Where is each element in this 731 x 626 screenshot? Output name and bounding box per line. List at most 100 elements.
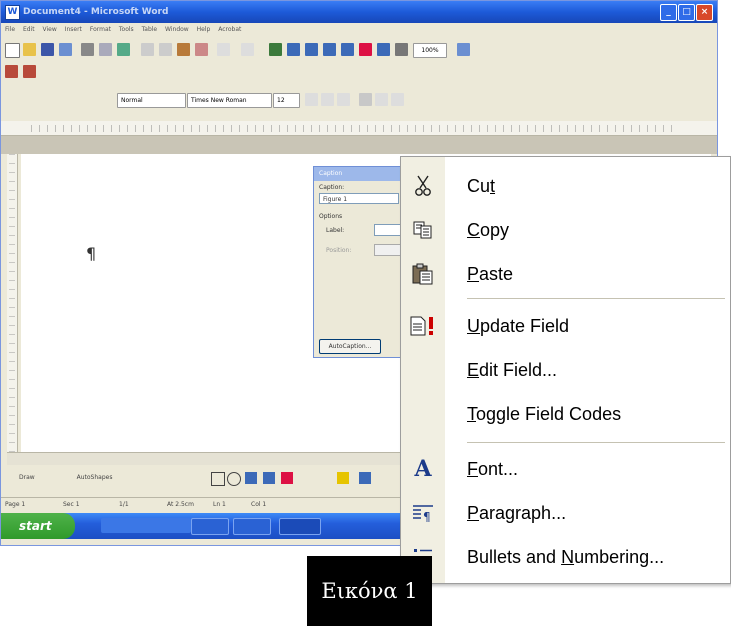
vruler-scale — [9, 154, 15, 452]
new-icon[interactable] — [5, 43, 20, 58]
caption-dialog-title: Caption — [314, 167, 404, 181]
menu-table[interactable]: Table — [142, 26, 158, 33]
align-center-icon[interactable] — [375, 93, 388, 106]
horizontal-ruler — [1, 121, 717, 136]
taskbar-button-2[interactable] — [233, 518, 271, 535]
font-box[interactable]: Times New Roman — [187, 93, 272, 108]
underline-icon[interactable] — [337, 93, 350, 106]
hyperlink-icon[interactable] — [269, 43, 282, 56]
format-painter-icon[interactable] — [195, 43, 208, 56]
menu-acrobat[interactable]: Acrobat — [218, 26, 241, 33]
menu-separator — [467, 298, 725, 299]
draw-menu[interactable]: Draw — [19, 474, 35, 481]
columns-icon[interactable] — [341, 43, 354, 56]
permission-icon[interactable] — [59, 43, 72, 56]
paste-toolbar-icon[interactable] — [177, 43, 190, 56]
scissors-icon — [401, 164, 445, 208]
menu-tools[interactable]: Tools — [119, 26, 134, 33]
menu-bar: File Edit View Insert Format Tools Table… — [1, 23, 717, 37]
menu-view[interactable]: View — [43, 26, 57, 33]
status-ln: Ln 1 — [213, 501, 226, 508]
maximize-button[interactable]: □ — [678, 4, 695, 21]
menu-item-font[interactable]: A Font... — [401, 447, 730, 491]
menu-item-label: Copy — [467, 220, 510, 240]
close-button[interactable]: × — [696, 4, 713, 21]
menu-file[interactable]: File — [5, 26, 15, 33]
cut-toolbar-icon[interactable] — [141, 43, 154, 56]
paragraph-icon: ¶ — [401, 491, 445, 535]
pdf-icon[interactable] — [5, 65, 18, 78]
read-icon[interactable] — [457, 43, 470, 56]
zoom-box[interactable]: 100% — [413, 43, 447, 58]
menu-item-edit-field[interactable]: Edit Field... — [401, 348, 730, 392]
document-map-icon[interactable] — [377, 43, 390, 56]
drawing-icon[interactable] — [359, 43, 372, 56]
options-label: Options — [319, 213, 343, 220]
status-pos: 1/1 — [119, 501, 129, 508]
open-icon[interactable] — [23, 43, 36, 56]
ruler-scale — [31, 125, 677, 132]
style-box[interactable]: Normal — [117, 93, 186, 108]
standard-toolbar: 100% — [1, 39, 717, 61]
size-box[interactable]: 12 — [273, 93, 300, 108]
svg-text:¶: ¶ — [423, 510, 431, 522]
spelling-icon[interactable] — [117, 43, 130, 56]
menu-item-label: Bullets and Numbering... — [467, 547, 665, 567]
copy-toolbar-icon[interactable] — [159, 43, 172, 56]
autoshapes-menu[interactable]: AutoShapes — [77, 474, 113, 481]
fill-color-icon[interactable] — [337, 472, 349, 484]
wordart-icon[interactable] — [263, 472, 275, 484]
quicklaunch-area[interactable] — [101, 518, 191, 533]
align-left-icon[interactable] — [359, 93, 372, 106]
menu-item-label: Update Field — [467, 316, 570, 336]
menu-format[interactable]: Format — [90, 26, 111, 33]
menu-item-cut[interactable]: Cut — [401, 164, 730, 208]
menu-item-bullets-numbering[interactable]: Bullets and Numbering... — [401, 535, 730, 579]
update-field-icon — [401, 304, 445, 348]
print-icon[interactable] — [81, 43, 94, 56]
print-preview-icon[interactable] — [99, 43, 112, 56]
menu-help[interactable]: Help — [197, 26, 211, 33]
pdf-mail-icon[interactable] — [23, 65, 36, 78]
menu-window[interactable]: Window — [165, 26, 189, 33]
insert-table-icon[interactable] — [305, 43, 318, 56]
save-icon[interactable] — [41, 43, 54, 56]
oval-icon[interactable] — [227, 472, 241, 486]
menu-item-label: Paste — [467, 264, 514, 284]
line-color-icon[interactable] — [359, 472, 371, 484]
menu-item-update-field[interactable]: Update Field — [401, 304, 730, 348]
insert-excel-icon[interactable] — [323, 43, 336, 56]
menu-item-paragraph[interactable]: ¶ Paragraph... — [401, 491, 730, 535]
italic-icon[interactable] — [321, 93, 334, 106]
bold-icon[interactable] — [305, 93, 318, 106]
taskbar-button-1[interactable] — [191, 518, 229, 535]
menu-item-label: Toggle Field Codes — [467, 404, 622, 424]
menu-item-copy[interactable]: Copy — [401, 208, 730, 252]
tables-borders-icon[interactable] — [287, 43, 300, 56]
menu-edit[interactable]: Edit — [23, 26, 35, 33]
start-label: start — [19, 519, 52, 533]
autocaption-button[interactable]: AutoCaption... — [319, 339, 381, 354]
extra-toolbar — [1, 61, 717, 83]
caption-input[interactable]: Figure 1 — [319, 193, 399, 204]
taskbar-button-word[interactable] — [279, 518, 321, 535]
minimize-button[interactable]: _ — [660, 4, 677, 21]
menu-item-paste[interactable]: Paste — [401, 252, 730, 296]
redo-icon[interactable] — [241, 43, 254, 56]
clipart-icon[interactable] — [281, 472, 293, 484]
menu-insert[interactable]: Insert — [65, 26, 82, 33]
label-label: Label: — [326, 227, 345, 234]
show-hide-icon[interactable] — [395, 43, 408, 56]
undo-icon[interactable] — [217, 43, 230, 56]
paste-icon — [401, 252, 445, 296]
start-button[interactable]: start — [1, 513, 75, 539]
status-at: At 2.5cm — [167, 501, 194, 508]
textbox-icon[interactable] — [245, 472, 257, 484]
word-app-icon: W — [5, 5, 20, 20]
window-title: Document4 - Microsoft Word — [23, 7, 169, 17]
align-right-icon[interactable] — [391, 93, 404, 106]
ruler-band — [1, 136, 717, 154]
menu-item-label: Cut — [467, 176, 496, 196]
rectangle-icon[interactable] — [211, 472, 225, 486]
menu-item-toggle-field-codes[interactable]: Toggle Field Codes — [401, 392, 730, 436]
